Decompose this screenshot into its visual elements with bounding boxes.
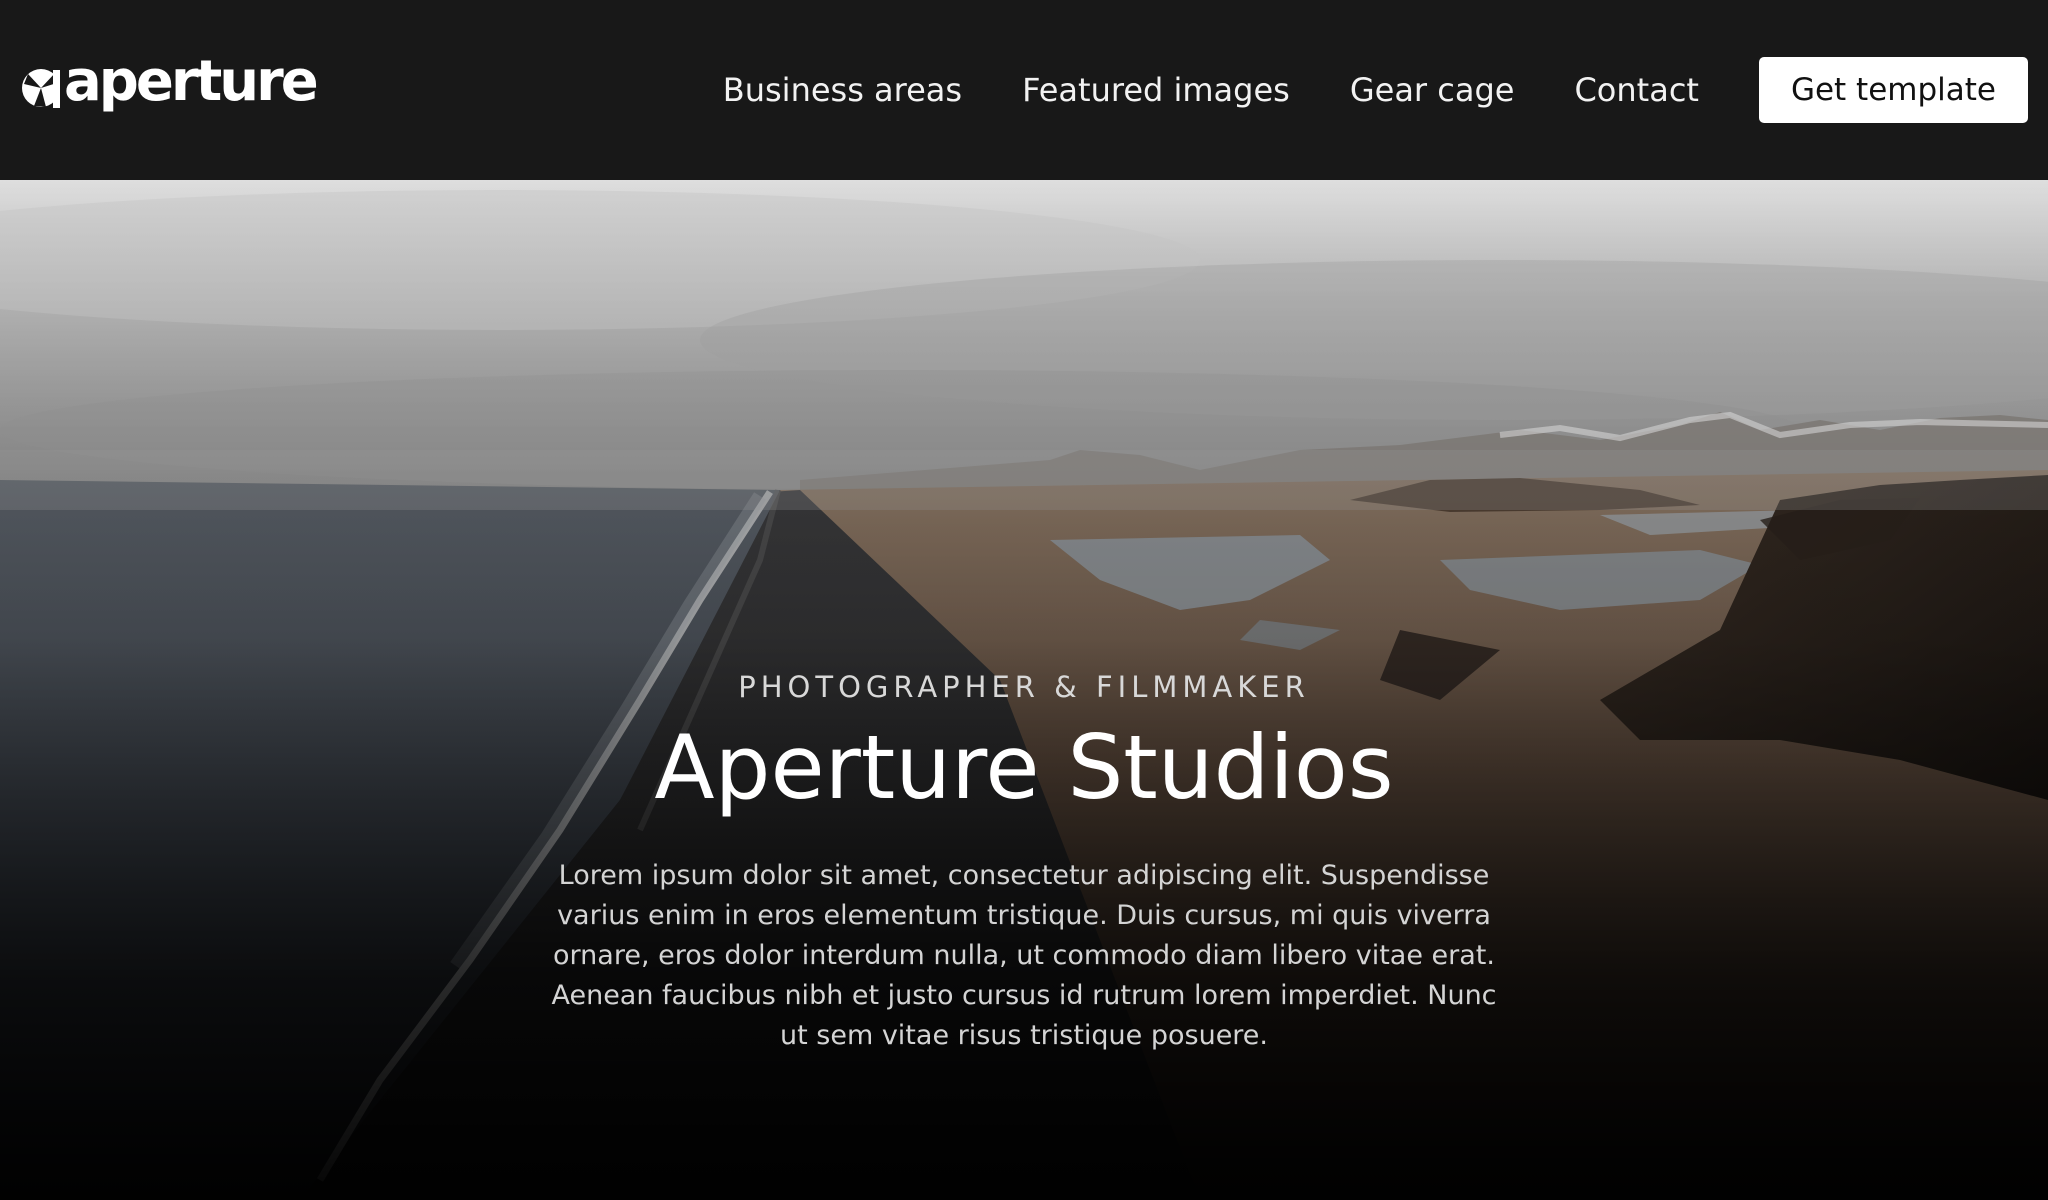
aperture-logo-icon <box>22 69 60 108</box>
site-header: aperture Business areas Featured images … <box>0 0 2048 180</box>
hero-section: PHOTOGRAPHER & FILMMAKER Aperture Studio… <box>0 180 2048 1200</box>
hero-content: PHOTOGRAPHER & FILMMAKER Aperture Studio… <box>0 670 2048 1056</box>
logo-text: aperture <box>64 49 319 114</box>
nav-link-business-areas[interactable]: Business areas <box>723 71 962 109</box>
main-nav: Business areas Featured images Gear cage… <box>723 0 2048 180</box>
nav-link-featured-images[interactable]: Featured images <box>1022 71 1290 109</box>
logo-link[interactable]: aperture <box>20 44 319 120</box>
get-template-button[interactable]: Get template <box>1758 57 2028 123</box>
nav-link-gear-cage[interactable]: Gear cage <box>1350 71 1515 109</box>
hero-eyebrow: PHOTOGRAPHER & FILMMAKER <box>738 670 1310 704</box>
nav-link-contact[interactable]: Contact <box>1574 71 1699 109</box>
hero-title: Aperture Studios <box>654 716 1394 819</box>
hero-description: Lorem ipsum dolor sit amet, consectetur … <box>551 860 1497 1052</box>
